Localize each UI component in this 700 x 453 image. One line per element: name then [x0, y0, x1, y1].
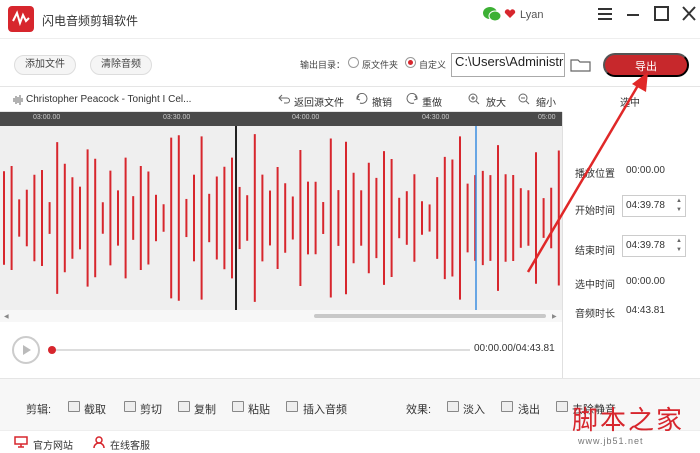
progress-track[interactable]: [52, 349, 470, 351]
start-time-input[interactable]: 04:39.78 ▲ ▼: [622, 195, 686, 217]
cut-out-icon[interactable]: [68, 401, 80, 412]
export-button[interactable]: 导出: [603, 53, 689, 77]
redo-button[interactable]: 重做: [422, 94, 442, 109]
scroll-right-arrow-icon[interactable]: ▶: [552, 313, 557, 320]
remove-silence-icon[interactable]: [556, 401, 568, 412]
user-name[interactable]: Lyan: [520, 9, 543, 21]
waveform-svg[interactable]: [0, 126, 562, 310]
progress-knob[interactable]: [48, 346, 56, 354]
undo-button[interactable]: 撤销: [372, 94, 392, 109]
ruler-tick: 03:30.00: [163, 114, 191, 121]
waveform-icon: [13, 95, 23, 105]
official-website-link[interactable]: 官方网站: [33, 437, 73, 452]
insert-audio-button[interactable]: 插入音频: [303, 401, 347, 417]
output-dir-label: 输出目录：: [300, 60, 346, 70]
wechat-icon[interactable]: [482, 6, 502, 22]
start-time-up-icon[interactable]: ▲: [675, 197, 683, 205]
waveform-scrollbar[interactable]: ◀ ▶: [0, 310, 562, 322]
watermark-brand: 脚本之家: [572, 406, 685, 436]
copy-button[interactable]: 复制: [194, 401, 216, 417]
menu-icon[interactable]: [594, 4, 616, 24]
fade-in-button[interactable]: 淡入: [463, 401, 485, 417]
top-toolbar: 添加文件 清除音频 输出目录： 原文件夹 自定义 C:\Users\Admini…: [0, 38, 700, 86]
paste-icon[interactable]: [232, 401, 244, 412]
custom-folder-radio[interactable]: [405, 57, 416, 68]
time-readout: 00:00.00/04:43.81: [474, 343, 555, 354]
track-name: Christopher Peacock - Tonight I Cel...: [26, 94, 192, 105]
clear-audio-button[interactable]: 清除音频: [90, 55, 152, 75]
ruler-tick: 04:00.00: [292, 114, 320, 121]
duration-value: 04:43.81: [626, 305, 665, 316]
play-button[interactable]: [12, 336, 40, 364]
start-time-value: 04:39.78: [626, 200, 665, 211]
edit-bar: Christopher Peacock - Tonight I Cel... 返…: [0, 86, 562, 112]
fade-out-icon[interactable]: [501, 401, 513, 412]
online-service-link[interactable]: 在线客服: [110, 437, 150, 452]
start-time-down-icon[interactable]: ▼: [675, 206, 683, 214]
ruler-tick: 05:00: [538, 114, 556, 121]
zoom-out-icon[interactable]: [518, 93, 530, 105]
cut-out-button[interactable]: 截取: [84, 401, 106, 417]
minimize-icon[interactable]: [622, 4, 644, 24]
start-time-label: 开始时间: [575, 206, 615, 217]
timeline-ruler[interactable]: 03:00.00 03:30.00 04:00.00 04:30.00 05:0…: [0, 112, 562, 126]
waveform-area[interactable]: [0, 126, 562, 310]
selection-panel-title: 选中: [620, 98, 640, 109]
original-folder-radio[interactable]: [348, 57, 359, 68]
ruler-tick: 04:30.00: [422, 114, 450, 121]
add-file-button[interactable]: 添加文件: [14, 55, 76, 75]
selection-panel-header: 选中: [562, 86, 700, 112]
output-path-input[interactable]: C:\Users\Administrator: [451, 53, 565, 77]
end-time-value: 04:39.78: [626, 240, 665, 251]
copy-icon[interactable]: [178, 401, 190, 412]
title-bar: 闪电音频剪辑软件 Lyan: [0, 0, 700, 38]
fade-in-icon[interactable]: [447, 401, 459, 412]
original-folder-label[interactable]: 原文件夹: [362, 58, 398, 71]
monitor-icon[interactable]: [14, 436, 28, 448]
cut-button[interactable]: 剪切: [140, 401, 162, 417]
selected-time-value: 00:00.00: [626, 276, 665, 287]
paste-button[interactable]: 粘贴: [248, 401, 270, 417]
zoom-in-icon[interactable]: [468, 93, 480, 105]
fade-out-button[interactable]: 浅出: [518, 401, 540, 417]
folder-icon[interactable]: [570, 57, 592, 73]
play-icon: [23, 345, 31, 355]
redo-icon[interactable]: [406, 93, 418, 105]
close-icon[interactable]: [678, 4, 700, 24]
zoom-in-button[interactable]: 放大: [486, 94, 506, 109]
customer-service-icon[interactable]: [92, 436, 106, 448]
selected-time-label: 选中时间: [575, 280, 615, 291]
maximize-icon[interactable]: [650, 4, 672, 24]
scrollbar-thumb[interactable]: [314, 314, 546, 318]
panel-divider: [562, 112, 563, 378]
play-position-label: 播放位置: [575, 169, 615, 180]
custom-folder-label[interactable]: 自定义: [419, 58, 446, 71]
end-time-down-icon[interactable]: ▼: [675, 246, 683, 254]
effects-label: 效果:: [406, 404, 432, 416]
player-bar: 00:00.00/04:43.81: [0, 322, 562, 378]
end-time-input[interactable]: 04:39.78 ▲ ▼: [622, 235, 686, 257]
end-time-label: 结束时间: [575, 246, 615, 257]
watermark-url: www.jb51.net: [578, 436, 644, 446]
app-logo-icon: [8, 6, 34, 32]
undo-icon[interactable]: [356, 93, 368, 105]
scroll-left-arrow-icon[interactable]: ◀: [4, 313, 9, 320]
insert-audio-icon[interactable]: [286, 401, 298, 412]
user-heart-icon: [504, 9, 516, 18]
zoom-out-button[interactable]: 缩小: [536, 94, 556, 109]
edit-tools-label: 剪辑:: [26, 404, 52, 416]
return-icon[interactable]: [278, 93, 290, 105]
end-time-up-icon[interactable]: ▲: [675, 237, 683, 245]
ruler-tick: 03:00.00: [33, 114, 61, 121]
scissors-icon[interactable]: [124, 401, 136, 412]
duration-label: 音频时长: [575, 309, 615, 320]
app-title: 闪电音频剪辑软件: [42, 14, 139, 28]
return-source-button[interactable]: 返回源文件: [294, 94, 344, 109]
play-position-value: 00:00.00: [626, 165, 665, 176]
